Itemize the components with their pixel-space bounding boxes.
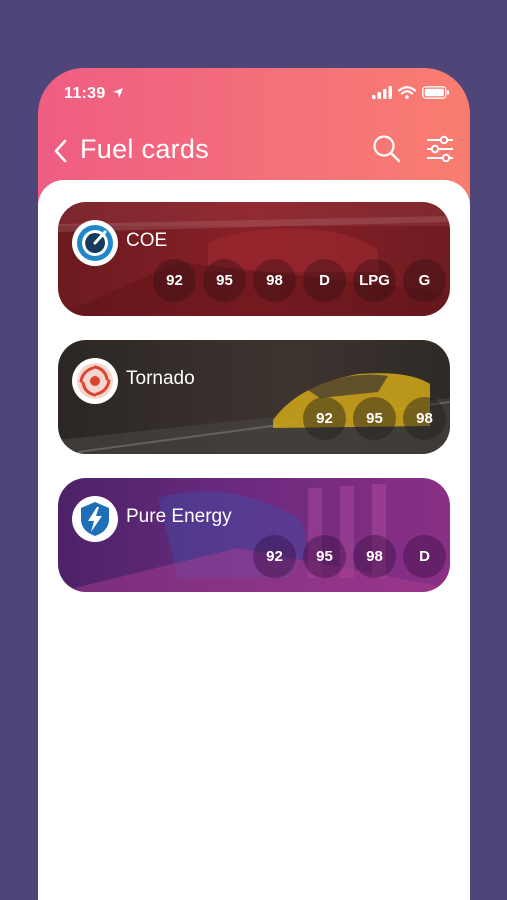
fuel-badge: 95	[353, 397, 396, 440]
header: Fuel cards	[38, 126, 470, 176]
card-name: Pure Energy	[126, 506, 232, 527]
filter-sliders-icon[interactable]	[424, 134, 456, 164]
phone-screen: 11:39 Fuel cards COE 92 95 98 D LPG G To…	[38, 68, 470, 900]
fuel-badge: 98	[403, 397, 446, 440]
fuel-types: 92 95 98	[303, 397, 446, 440]
fuel-badge: 92	[153, 259, 196, 302]
coe-gauge-logo-icon	[77, 225, 113, 261]
fuel-types: 92 95 98 D LPG G	[153, 259, 446, 302]
lightning-shield-logo-icon	[81, 502, 109, 536]
search-icon[interactable]	[372, 134, 402, 164]
back-chevron-icon[interactable]	[52, 138, 68, 164]
status-bar: 11:39	[38, 68, 470, 118]
fuel-badge: 98	[353, 535, 396, 578]
fuel-types: 92 95 98 D	[253, 535, 446, 578]
fuel-card-coe[interactable]: COE 92 95 98 D LPG G	[58, 202, 450, 316]
wifi-icon	[398, 86, 416, 99]
fuel-card-tornado[interactable]: Tornado 92 95 98	[58, 340, 450, 454]
cellular-signal-icon	[372, 86, 392, 99]
location-arrow-icon	[113, 88, 123, 98]
fuel-badge: G	[403, 259, 446, 302]
fuel-badge: 92	[253, 535, 296, 578]
card-name: Tornado	[126, 368, 195, 389]
status-time: 11:39	[64, 85, 106, 102]
battery-icon	[422, 86, 449, 99]
fuel-badge: 92	[303, 397, 346, 440]
page-title: Fuel cards	[80, 134, 210, 164]
card-name: COE	[126, 230, 168, 251]
pure-energy-logo	[72, 496, 118, 542]
fuel-badge: D	[303, 259, 346, 302]
status-icons	[372, 86, 450, 99]
fuel-badge: LPG	[353, 259, 396, 302]
fuel-badge: 95	[203, 259, 246, 302]
tornado-logo	[72, 358, 118, 404]
fuel-badge: 95	[303, 535, 346, 578]
fuel-badge: 98	[253, 259, 296, 302]
fuel-badge: D	[403, 535, 446, 578]
coe-logo	[72, 220, 118, 266]
tornado-swirl-logo-icon	[77, 363, 113, 399]
fuel-card-pure-energy[interactable]: Pure Energy 92 95 98 D	[58, 478, 450, 592]
content-sheet: COE 92 95 98 D LPG G Tornado 92 95 98 Pu…	[38, 180, 470, 900]
